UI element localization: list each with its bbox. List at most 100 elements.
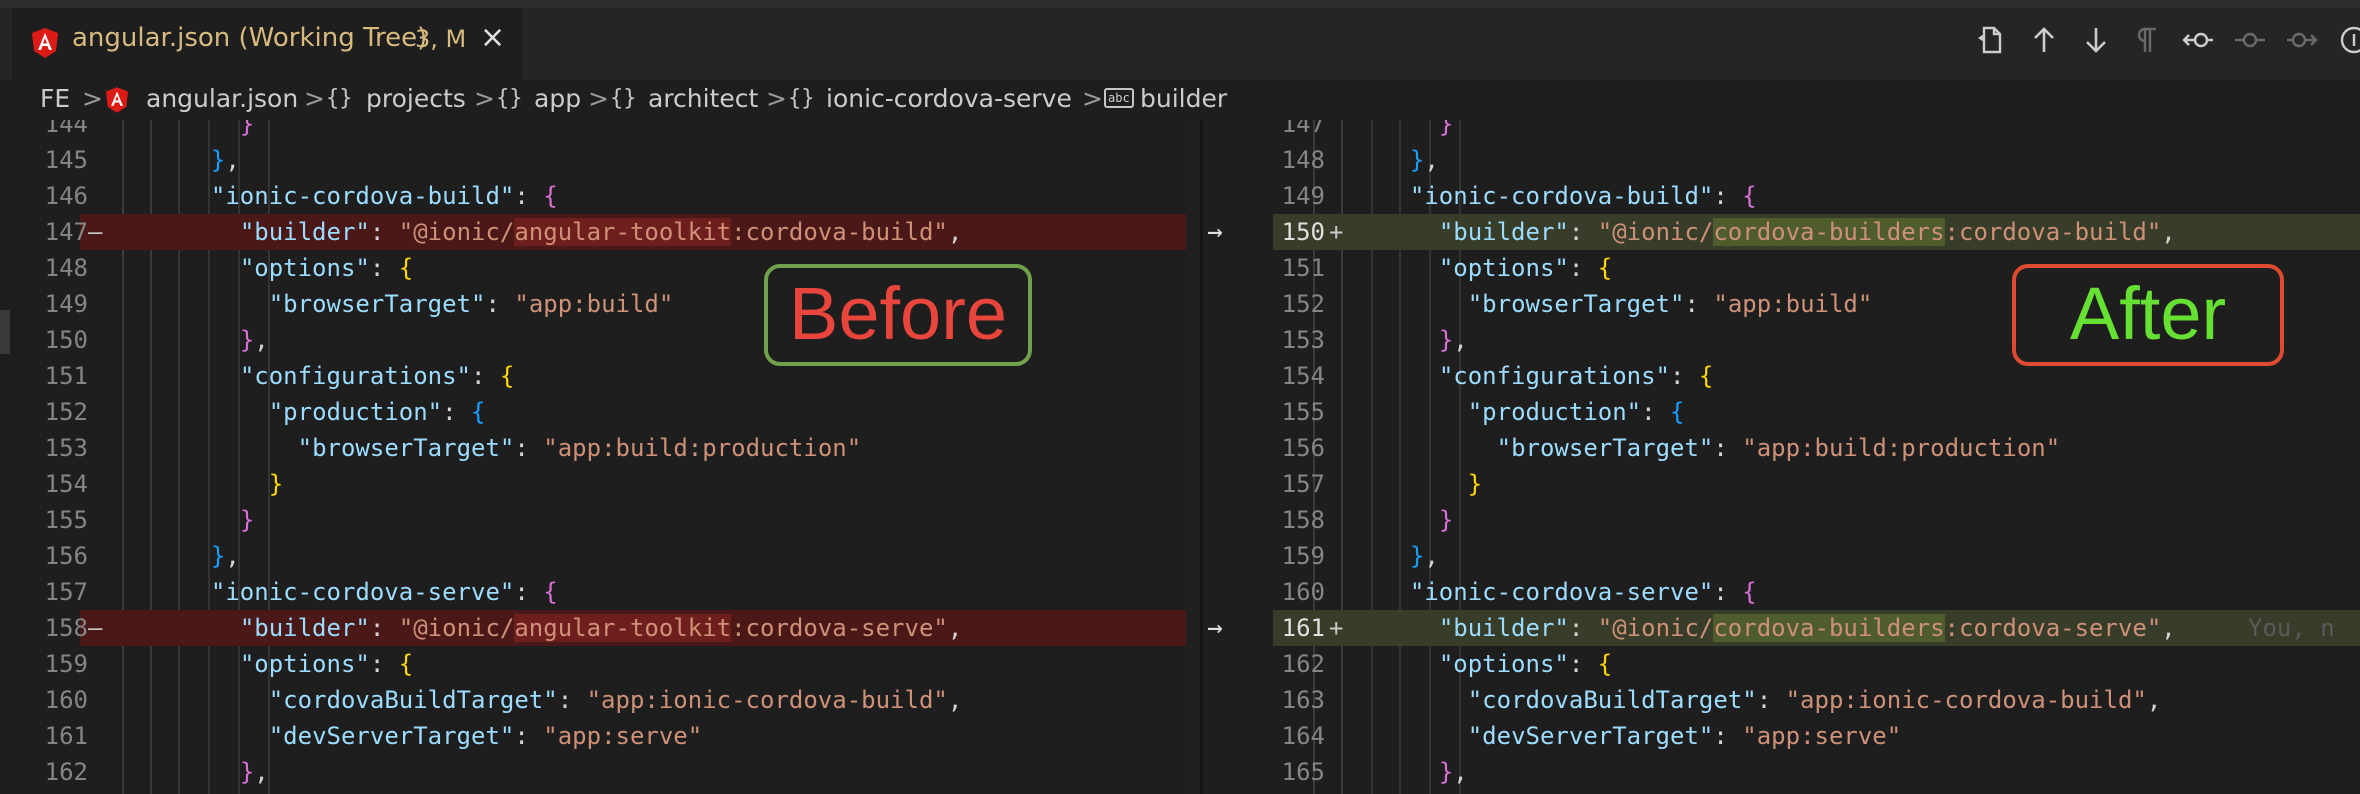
line-number: 144 [44,120,88,138]
right-code-line[interactable]: 149 "ionic-cordova-build": { [1203,178,2360,214]
open-file-icon[interactable] [1974,22,2010,58]
code-text[interactable]: "configurations": { [1381,358,1714,394]
breadcrumb-item-projects[interactable]: projects [366,84,466,113]
code-text[interactable]: "builder": "@ionic/cordova-builders:cord… [1381,214,2176,250]
breadcrumb-item-fe[interactable]: FE [40,84,70,113]
left-code-line[interactable]: 147— "builder": "@ionic/angular-toolkit:… [0,214,1200,250]
left-code-line[interactable]: 153 "browserTarget": "app:build:producti… [0,430,1200,466]
breadcrumb-item-app[interactable]: app [534,84,581,113]
code-text[interactable]: "configurations": { [182,358,515,394]
code-text[interactable]: "browserTarget": "app:build:production" [1381,430,2061,466]
right-code-line[interactable]: 163 "cordovaBuildTarget": "app:ionic-cor… [1203,682,2360,718]
code-text[interactable]: } [182,502,254,538]
code-text[interactable]: "production": { [1381,394,1685,430]
removed-marker: — [88,218,103,246]
original-editor[interactable]: 144 } 145 }, 146 "ionic-cordova-build": {1… [0,120,1200,794]
breadcrumb-item-architect[interactable]: architect [648,84,758,113]
right-code-line[interactable]: 159 }, [1203,538,2360,574]
after-annotation: After [2012,264,2284,366]
code-text[interactable]: } [1381,502,1453,538]
right-code-line[interactable]: 160 "ionic-cordova-serve": { [1203,574,2360,610]
left-code-line[interactable]: 158— "builder": "@ionic/angular-toolkit:… [0,610,1200,646]
pilcrow-icon[interactable] [2128,22,2164,58]
code-text[interactable]: } [1381,120,1453,142]
code-text[interactable]: "options": { [182,646,413,682]
editor-tab[interactable]: angular.json (Working Tree) 3, M × [12,8,522,80]
code-text[interactable]: }, [182,538,240,574]
arrow-down-icon[interactable] [2078,22,2114,58]
code-text[interactable]: "devServerTarget": "app:serve" [182,718,703,754]
code-text[interactable]: "cordovaBuildTarget": "app:ionic-cordova… [182,682,963,718]
code-text[interactable]: }, [182,754,269,790]
left-code-line[interactable]: 162 }, [0,754,1200,790]
right-code-line[interactable]: 165 }, [1203,754,2360,790]
right-code-line[interactable]: 156 "browserTarget": "app:build:producti… [1203,430,2360,466]
added-marker: + [1329,614,1344,642]
code-text[interactable]: "options": { [1381,646,1612,682]
left-code-line[interactable]: 145 }, [0,142,1200,178]
code-text[interactable]: }, [182,322,269,358]
line-number: 150 [1281,218,1325,246]
code-text[interactable]: } [182,466,283,502]
code-text[interactable]: "options": { [182,250,413,286]
line-number: 156 [1281,434,1325,462]
code-text[interactable]: "browserTarget": "app:build:production" [182,430,862,466]
git-blame-annotation: You, n [2248,614,2335,642]
code-text[interactable]: }, [1381,754,1468,790]
code-text[interactable]: "browserTarget": "app:build" [1381,286,1873,322]
arrow-up-icon[interactable] [2026,22,2062,58]
code-text[interactable]: "ionic-cordova-serve": { [182,574,558,610]
code-text[interactable]: } [182,120,254,142]
code-text[interactable]: }, [1381,142,1439,178]
line-number: 154 [44,470,88,498]
code-text[interactable]: }, [1381,322,1468,358]
left-code-line[interactable]: 146 "ionic-cordova-build": { [0,178,1200,214]
code-text[interactable]: "devServerTarget": "app:serve" [1381,718,1902,754]
code-text[interactable]: "builder": "@ionic/angular-toolkit:cordo… [182,214,962,250]
line-number: 153 [44,434,88,462]
right-code-line[interactable]: 164 "devServerTarget": "app:serve" [1203,718,2360,754]
breadcrumb-item-ionic-cordova-serve[interactable]: ionic-cordova-serve [826,84,1072,113]
code-text[interactable]: }, [182,142,240,178]
code-text[interactable]: "ionic-cordova-serve": { [1381,574,1757,610]
left-code-line[interactable]: 160 "cordovaBuildTarget": "app:ionic-cor… [0,682,1200,718]
right-code-line[interactable]: → 161 + "builder": "@ionic/cordova-builder… [1203,610,2360,646]
code-text[interactable]: "builder": "@ionic/angular-toolkit:cordo… [182,610,962,646]
breadcrumb-separator: > [82,84,103,113]
line-number: 158 [44,614,88,642]
code-text[interactable]: "browserTarget": "app:build" [182,286,674,322]
commit-icon[interactable] [2232,22,2268,58]
code-text[interactable]: "cordovaBuildTarget": "app:ionic-cordova… [1381,682,2162,718]
go-forward-icon[interactable] [2284,22,2320,58]
code-text[interactable]: "builder": "@ionic/cordova-builders:cord… [1381,610,2176,646]
right-code-line[interactable]: 157 } [1203,466,2360,502]
modified-editor[interactable]: 147 } 148 }, 149 "ionic-cordova-build": {→… [1200,120,2360,794]
left-code-line[interactable]: 154 } [0,466,1200,502]
right-code-line[interactable]: 158 } [1203,502,2360,538]
before-annotation: Before [764,264,1032,366]
right-code-line[interactable]: 147 } [1203,120,2360,142]
go-back-icon[interactable] [2180,22,2216,58]
code-text[interactable]: "production": { [182,394,486,430]
left-scrollbar[interactable] [1186,120,1200,794]
left-code-line[interactable]: 144 } [0,120,1200,142]
left-code-line[interactable]: 156 }, [0,538,1200,574]
code-text[interactable]: }, [1381,538,1439,574]
left-code-line[interactable]: 159 "options": { [0,646,1200,682]
code-text[interactable]: } [1381,466,1482,502]
right-code-line[interactable]: 155 "production": { [1203,394,2360,430]
code-text[interactable]: "options": { [1381,250,1612,286]
right-code-line[interactable]: 162 "options": { [1203,646,2360,682]
code-text[interactable]: "ionic-cordova-build": { [1381,178,1757,214]
left-code-line[interactable]: 152 "production": { [0,394,1200,430]
breadcrumb-item-builder[interactable]: builder [1140,84,1227,113]
left-code-line[interactable]: 155 } [0,502,1200,538]
right-code-line[interactable]: 148 }, [1203,142,2360,178]
info-icon[interactable] [2336,22,2360,58]
left-code-line[interactable]: 157 "ionic-cordova-serve": { [0,574,1200,610]
code-text[interactable]: "ionic-cordova-build": { [182,178,558,214]
breadcrumb-item-file[interactable]: angular.json [146,84,298,113]
left-code-line[interactable]: 161 "devServerTarget": "app:serve" [0,718,1200,754]
close-icon[interactable]: × [480,20,505,55]
right-code-line[interactable]: → 150 + "builder": "@ionic/cordova-builder… [1203,214,2360,250]
